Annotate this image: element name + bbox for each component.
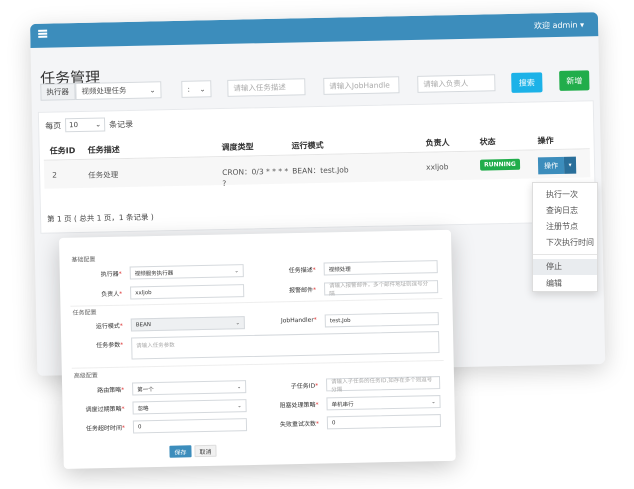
alarm-email-label: 报警邮件* — [289, 286, 317, 295]
user-menu[interactable]: 欢迎 admin ▾ — [534, 19, 584, 31]
cancel-button[interactable]: 取消 — [194, 444, 217, 458]
timeout-input[interactable]: 0 — [132, 418, 248, 434]
column-header-schedule[interactable]: 调度类型 — [222, 141, 254, 153]
row-schedule: CRON：0/3 * * * * — [222, 166, 289, 178]
status-badge: RUNNING — [479, 158, 520, 171]
chevron-down-icon: ⌄ — [95, 120, 102, 129]
desc-input[interactable]: 视频处理 — [323, 260, 438, 276]
operation-button-group[interactable]: 操作 ▾ — [537, 156, 577, 175]
column-header-ops: 操作 — [537, 136, 554, 146]
timeout-label: 任务超时时间* — [85, 424, 126, 433]
section-task-title: 任务配置 — [72, 309, 97, 317]
top-navbar: 欢迎 admin ▾ — [30, 12, 599, 48]
jobhandler-input[interactable]: test.Job — [324, 312, 439, 328]
author-filter-input[interactable]: 请输入负责人 — [417, 74, 496, 93]
misfire-select[interactable]: 忽略 ⌄ — [132, 399, 247, 415]
edit-task-form-window: 基础配置 执行器* 视频服务执行器 ⌄ 任务描述* 视频处理 负责人* xxljo… — [59, 229, 456, 469]
chevron-down-icon: ⌄ — [199, 84, 206, 93]
menu-item-registry-nodes[interactable]: 注册节点 — [546, 221, 578, 232]
misfire-label: 调度过期策略* — [85, 405, 125, 414]
save-button[interactable]: 保存 — [169, 445, 192, 458]
desc-filter-input[interactable]: 请输入任务描述 — [227, 78, 306, 97]
child-job-input[interactable]: 请输入子任务的任务ID,如存在多个则逗号分隔 — [325, 376, 441, 393]
executor-filter-label: 执行器 — [40, 83, 76, 101]
row-id: 2 — [52, 170, 58, 180]
route-label: 路由策略* — [97, 386, 125, 395]
chevron-down-icon: ⌄ — [431, 398, 436, 405]
retry-count-label: 失败重试次数* — [279, 420, 320, 429]
section-advanced-title: 高级配置 — [73, 372, 98, 380]
chevron-down-icon: ⌄ — [237, 402, 242, 409]
column-header-status[interactable]: 状态 — [479, 136, 495, 147]
caret-down-icon[interactable]: ▾ — [563, 156, 577, 174]
chevron-down-icon: ⌄ — [236, 383, 242, 390]
page-size-prefix: 每页 — [45, 120, 62, 131]
alarm-email-input[interactable]: 请输入报警邮件，多个邮件地址则逗号分隔 — [323, 280, 439, 297]
jobhandler-label: JobHandler* — [280, 316, 317, 325]
author-label: 负责人* — [101, 290, 123, 299]
mode-label: 运行模式* — [95, 322, 123, 331]
menu-item-edit[interactable]: 编辑 — [546, 278, 562, 289]
mode-select[interactable]: BEAN ⌄ — [130, 316, 245, 332]
page-size-control: 每页 10 ⌄ 条记录 — [45, 117, 133, 133]
task-table-card: 每页 10 ⌄ 条记录 任务ID 任务描述 调度类型 运行模式 负责人 状态 操作… — [37, 100, 597, 234]
block-strategy-select[interactable]: 单机串行 ⌄ — [326, 395, 441, 411]
hamburger-menu-icon[interactable] — [38, 29, 48, 38]
chevron-down-icon: ⌄ — [235, 319, 240, 326]
column-header-mode[interactable]: 运行模式 — [291, 140, 324, 152]
row-author: xxljob — [425, 162, 449, 172]
menu-item-next-trigger-time[interactable]: 下次执行时间 — [546, 237, 594, 248]
block-strategy-label: 阻塞处理策略* — [279, 401, 319, 410]
desc-label: 任务描述* — [288, 266, 316, 275]
param-textarea[interactable]: 请输入任务参数 — [131, 331, 440, 360]
chevron-down-icon: ⌄ — [149, 85, 156, 95]
row-desc: 任务处理 — [88, 170, 119, 180]
executor-filter-select[interactable]: 视频处理任务 ⌄ — [75, 81, 162, 101]
menu-divider — [533, 254, 597, 255]
status-filter-select[interactable]: : ⌄ — [181, 80, 212, 98]
route-select[interactable]: 第一个 ⌄ — [132, 380, 247, 396]
menu-item-query-log[interactable]: 查询日志 — [546, 205, 578, 216]
handler-filter-input[interactable]: 请输入JobHandle — [323, 76, 400, 95]
column-header-desc[interactable]: 任务描述 — [88, 144, 120, 156]
column-header-id[interactable]: 任务ID — [50, 145, 76, 157]
menu-item-trigger-once[interactable]: 执行一次 — [546, 189, 578, 200]
menu-item-highlight — [533, 259, 597, 275]
column-header-author[interactable]: 负责人 — [425, 137, 449, 149]
row-mode: BEAN：test.Job — [292, 165, 349, 176]
page-size-select[interactable]: 10 ⌄ — [64, 117, 106, 133]
section-basic-title: 基础配置 — [71, 256, 96, 264]
form-divider — [70, 297, 443, 307]
param-label: 任务参数* — [96, 341, 124, 350]
row-schedule-tail: ? — [222, 178, 227, 189]
executor-select[interactable]: 视频服务执行器 ⌄ — [129, 264, 244, 280]
executor-label: 执行器* — [100, 270, 122, 279]
operation-button[interactable]: 操作 — [537, 156, 565, 175]
child-job-label: 子任务ID* — [290, 382, 319, 391]
retry-count-input[interactable]: 0 — [326, 414, 442, 430]
page-size-suffix: 条记录 — [109, 119, 134, 129]
author-input[interactable]: xxljob — [130, 284, 245, 300]
chevron-down-icon: ⌄ — [234, 267, 239, 274]
search-button[interactable]: 搜索 — [511, 72, 543, 93]
form-divider — [71, 359, 444, 369]
pagination-info: 第 1 页 ( 总共 1 页，1 条记录 ) — [46, 212, 154, 224]
add-button[interactable]: 新增 — [559, 70, 590, 91]
menu-item-stop[interactable]: 停止 — [546, 261, 562, 272]
screenshot-stage: 欢迎 admin ▾ 任务管理 执行器 视频处理任务 ⌄ : ⌄ 请输入任务描述 请… — [0, 0, 634, 489]
operation-dropdown-menu: 执行一次 查询日志 注册节点 下次执行时间 停止 编辑 — [532, 182, 598, 292]
